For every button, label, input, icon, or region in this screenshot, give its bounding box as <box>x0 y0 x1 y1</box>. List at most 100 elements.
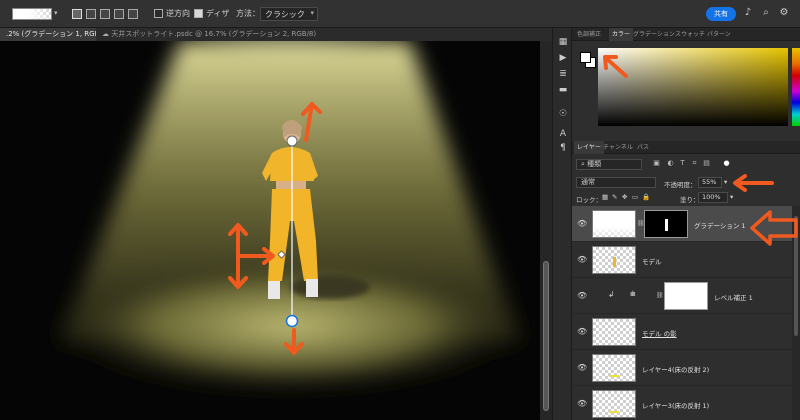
foreground-color-swatch[interactable] <box>580 52 591 63</box>
method-label: 方法： <box>236 9 260 18</box>
lock-label: ロック： <box>576 196 602 204</box>
type-filter-icon[interactable]: T <box>678 159 687 168</box>
lock-pixels-icon[interactable]: ▦ <box>602 193 608 201</box>
layer-name: レイヤー3(床の反射 1) <box>642 402 710 410</box>
clip-arrow-icon: ↲ <box>608 290 615 299</box>
adjustment-filter-icon[interactable]: ◐ <box>666 159 675 168</box>
eye-icon[interactable]: 👁 <box>577 399 587 409</box>
method-select[interactable]: クラシック ▾ <box>260 7 318 21</box>
tab-patterns[interactable]: パターン <box>704 28 734 41</box>
layer-mask-thumbnail[interactable] <box>644 210 688 238</box>
tab-paths[interactable]: パス <box>634 141 652 154</box>
blend-mode-value: 通常 <box>581 178 595 186</box>
layers-scrollbar[interactable] <box>792 206 800 420</box>
chain-link-icon[interactable]: ⛓ <box>656 292 664 300</box>
lock-paint-icon[interactable]: ✎ <box>612 193 617 201</box>
layers-panel-tabs: レイヤー チャンネル パス <box>572 141 800 154</box>
opacity-label: 不透明度： <box>664 181 697 189</box>
tab-label: 天井スポットライト.psdc @ 16.7% (グラデーション 2, RGB/8… <box>111 30 317 38</box>
layer-thumbnail <box>592 354 636 382</box>
chevron-down-icon[interactable]: ▾ <box>730 193 733 201</box>
layer-kind-select[interactable]: ⌕ 種類 <box>576 159 642 170</box>
tab-swatches[interactable]: スウォッチ <box>672 28 708 41</box>
layer-thumbnail <box>592 246 636 274</box>
model-shadow <box>290 275 370 299</box>
angle-gradient-icon[interactable] <box>100 9 110 19</box>
lock-position-icon[interactable]: ✥ <box>622 193 627 201</box>
gradient-start-handle[interactable] <box>286 135 298 147</box>
layer-thumbnail <box>592 318 636 346</box>
layer-row-floor-reflection-2[interactable]: 👁 レイヤー4(床の反射 2) <box>572 350 800 386</box>
radial-gradient-icon[interactable] <box>86 9 96 19</box>
chevron-down-icon: ▾ <box>310 9 314 17</box>
fill-input[interactable]: 100% <box>698 192 728 203</box>
chain-link-icon[interactable]: ⛓ <box>637 220 645 228</box>
gradient-end-handle[interactable] <box>285 314 299 328</box>
bell-icon[interactable]: ♪ <box>742 7 754 19</box>
history-icon[interactable]: ▦ <box>557 36 569 48</box>
color-panel-tabs: 色調補正 カラー グラデーション スウォッチ パターン <box>572 28 800 41</box>
layer-row-gradient[interactable]: 👁 ⛓ グラデーション 1 <box>572 206 800 242</box>
eye-icon[interactable]: 👁 <box>577 219 587 229</box>
blend-mode-select[interactable]: 通常 <box>576 177 656 188</box>
chevron-down-icon[interactable]: ▾ <box>54 9 58 17</box>
tab-spotlight-document[interactable]: ☁ 天井スポットライト.psdc @ 16.7% (グラデーション 2, RGB… <box>96 28 316 41</box>
layer-name: レベル補正 1 <box>714 294 753 302</box>
lock-all-icon[interactable]: 🔒 <box>642 193 650 201</box>
brush-settings-icon[interactable]: ☉ <box>557 108 569 120</box>
linear-gradient-icon[interactable] <box>72 9 82 19</box>
reverse-label: 逆方向 <box>166 9 190 18</box>
paragraph-icon[interactable]: ¶ <box>557 142 569 154</box>
hue-slider[interactable] <box>792 48 800 126</box>
levels-histogram-icon: ıılıı <box>630 290 636 298</box>
search-icon[interactable]: ⌕ <box>760 7 772 19</box>
dither-checkbox[interactable] <box>194 9 203 18</box>
reverse-checkbox[interactable] <box>154 9 163 18</box>
smart-object-filter-icon[interactable]: ▤ <box>702 159 711 168</box>
share-button[interactable]: 共有 <box>706 7 736 21</box>
tab-channels[interactable]: チャンネル <box>600 141 636 154</box>
layer-list: 👁 ⛓ グラデーション 1 👁 モデル 👁 ↲ ıılıı ⛓ レベル補正 1 … <box>572 206 800 420</box>
gradient-preset-swatch[interactable] <box>12 8 52 20</box>
tab-current-document[interactable]: .2% (グラデーション 1, RGB/8) * <box>0 28 115 41</box>
options-bar: ▾ 逆方向 ディザ 方法： クラシック ▾ 共有 ♪ ⌕ ⚙ <box>0 0 800 28</box>
lock-artboard-icon[interactable]: ▭ <box>632 193 638 201</box>
layer-mask-thumbnail[interactable] <box>664 282 708 310</box>
document-tabs: .2% (グラデーション 1, RGB/8) * ☁ 天井スポットライト.psd… <box>0 28 552 41</box>
properties-icon[interactable]: ≣ <box>557 68 569 80</box>
chevron-down-icon[interactable]: ▾ <box>724 178 727 186</box>
pixel-filter-icon[interactable]: ▣ <box>652 159 661 168</box>
method-value: クラシック <box>265 10 305 19</box>
tab-adjustments[interactable]: 色調補正 <box>574 28 604 41</box>
scrollbar-thumb[interactable] <box>543 261 549 411</box>
reflected-gradient-icon[interactable] <box>114 9 124 19</box>
dither-label: ディザ <box>206 9 230 18</box>
layer-row-model-shadow[interactable]: 👁 モデル の影 <box>572 314 800 350</box>
layer-row-floor-reflection-1[interactable]: 👁 レイヤー3(床の反射 1) <box>572 386 800 420</box>
gear-icon[interactable]: ⚙ <box>778 7 790 19</box>
layer-name: モデル の影 <box>642 330 677 338</box>
eye-icon[interactable]: 👁 <box>577 255 587 265</box>
scrollbar-thumb[interactable] <box>794 216 798 336</box>
eye-icon[interactable]: 👁 <box>577 327 587 337</box>
opacity-input[interactable]: 55% <box>698 177 722 188</box>
play-icon[interactable]: ▶ <box>557 52 569 64</box>
lock-row: ロック： ▦ ✎ ✥ ▭ 🔒 塗り： 100% ▾ <box>572 192 800 206</box>
canvas-scrollbar[interactable] <box>540 41 552 420</box>
layer-row-model[interactable]: 👁 モデル <box>572 242 800 278</box>
color-field[interactable] <box>598 48 788 126</box>
shape-filter-icon[interactable]: ⌗ <box>690 159 699 168</box>
layer-row-levels[interactable]: 👁 ↲ ıılıı ⛓ レベル補正 1 <box>572 278 800 314</box>
layer-kind-value: 種類 <box>587 160 602 168</box>
character-icon[interactable]: A <box>557 128 569 140</box>
comment-icon[interactable]: ▬ <box>557 84 569 96</box>
diamond-gradient-icon[interactable] <box>128 9 138 19</box>
right-panel: 色調補正 カラー グラデーション スウォッチ パターン レイヤー チャンネル パ… <box>572 28 800 420</box>
canvas[interactable] <box>0 41 540 420</box>
photoshop-window: ▾ 逆方向 ディザ 方法： クラシック ▾ 共有 ♪ ⌕ ⚙ .2% (グラデー… <box>0 0 800 420</box>
eye-icon[interactable]: 👁 <box>577 363 587 373</box>
opacity-value: 55% <box>702 178 717 186</box>
tab-gradients[interactable]: グラデーション <box>630 28 678 41</box>
eye-icon[interactable]: 👁 <box>577 291 587 301</box>
filter-toggle-icon[interactable]: ● <box>722 159 731 168</box>
